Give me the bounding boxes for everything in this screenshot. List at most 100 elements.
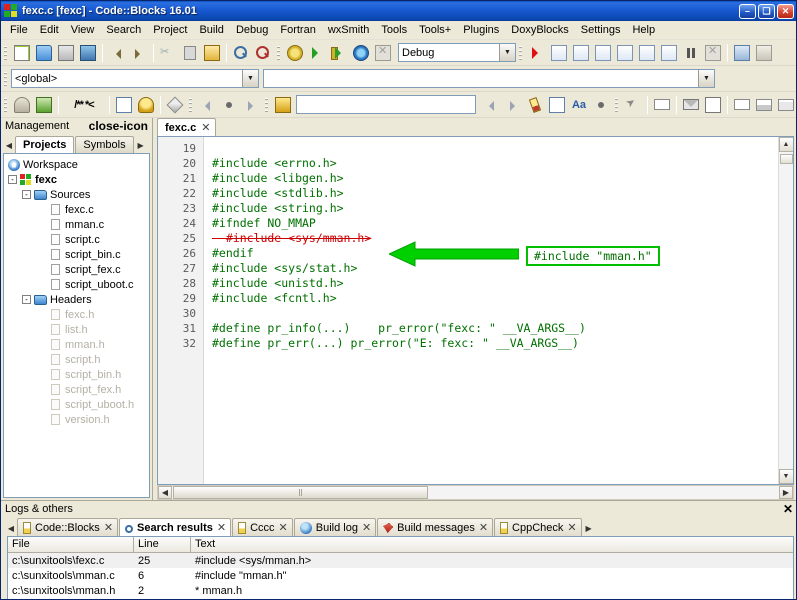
vscroll-thumb[interactable] <box>779 154 793 164</box>
tree-item-script-fex-c[interactable]: script_fex.c <box>6 262 149 277</box>
chevron-right-icon[interactable]: ▶ <box>779 486 793 499</box>
close-icon[interactable]: ✕ <box>217 521 226 534</box>
chevron-down-icon[interactable]: ▼ <box>778 469 793 484</box>
close-icon[interactable]: ✕ <box>201 121 210 134</box>
highlight-icon[interactable] <box>272 94 294 116</box>
panel-b-icon[interactable] <box>753 94 775 116</box>
build-icon[interactable] <box>284 42 306 64</box>
cut-icon[interactable]: ✂ <box>157 42 179 64</box>
tab-symbols[interactable]: Symbols <box>75 136 134 153</box>
log-tab-build-log[interactable]: Build log ✕ <box>293 518 377 536</box>
menu-file[interactable]: File <box>4 22 34 38</box>
tree-expander-icon[interactable]: - <box>22 295 31 304</box>
debugging-windows-icon[interactable] <box>731 42 753 64</box>
new-file-icon[interactable] <box>11 42 33 64</box>
tree-item-script-bin-c[interactable]: script_bin.c <box>6 247 149 262</box>
close-icon[interactable]: ✕ <box>362 521 371 534</box>
chevron-left-icon[interactable]: ◀ <box>5 520 17 536</box>
menu-search[interactable]: Search <box>100 22 147 38</box>
toggle-bookmark-icon[interactable] <box>218 94 240 116</box>
doxyblocks-help-icon[interactable] <box>135 94 157 116</box>
build-target-combo[interactable]: Debug ▼ <box>398 43 516 62</box>
column-header-line[interactable]: Line <box>134 537 191 552</box>
tree-item-headers[interactable]: - Headers <box>6 292 149 307</box>
rebuild-icon[interactable] <box>350 42 372 64</box>
undo-icon[interactable] <box>106 42 128 64</box>
pointer-icon[interactable] <box>622 94 644 116</box>
toolbar-gripper[interactable] <box>2 42 9 63</box>
use-regex-icon[interactable]: Aa <box>568 94 590 116</box>
tree-item-fexc[interactable]: - fexc <box>6 172 149 187</box>
find-previous-icon[interactable] <box>480 94 502 116</box>
log-tab-codeblocks[interactable]: Code::Blocks ✕ <box>17 518 119 536</box>
toolbar-gripper[interactable] <box>263 94 270 115</box>
chevron-up-icon[interactable]: ▲ <box>778 137 793 152</box>
code-line[interactable]: #define pr_info(...) pr_error("fexc: " _… <box>212 321 778 336</box>
find-icon[interactable] <box>230 42 252 64</box>
tree-item-fexc-h[interactable]: fexc.h <box>6 307 149 322</box>
tree-item-script-bin-h[interactable]: script_bin.h <box>6 367 149 382</box>
menu-tools-plus[interactable]: Tools+ <box>413 22 457 38</box>
code-line[interactable]: #include <fcntl.h> <box>212 291 778 306</box>
project-tree[interactable]: Workspace - fexc - Sources fexc.c mman.c script… <box>3 153 150 498</box>
menu-plugins[interactable]: Plugins <box>457 22 505 38</box>
debug-continue-icon[interactable] <box>526 42 548 64</box>
doxyblocks-preview-icon[interactable] <box>113 94 135 116</box>
code-line[interactable]: #include <sys/mman.h> <box>212 231 778 246</box>
debug-next-instruction-icon[interactable] <box>636 42 658 64</box>
menu-debug[interactable]: Debug <box>230 22 274 38</box>
close-icon[interactable]: ✕ <box>104 521 113 534</box>
tree-expander-icon[interactable]: - <box>22 190 31 199</box>
doxyblocks-config-icon[interactable] <box>164 94 186 116</box>
code-line[interactable]: #include <errno.h> <box>212 156 778 171</box>
chevron-left-icon[interactable]: ◀ <box>158 486 172 499</box>
various-info-icon[interactable] <box>753 42 775 64</box>
code-line[interactable]: #endif <box>212 246 778 261</box>
log-tab-build-messages[interactable]: Build messages ✕ <box>377 518 494 536</box>
toolbar-gripper[interactable] <box>2 94 9 115</box>
chevron-down-icon[interactable]: ▼ <box>499 44 515 61</box>
jump-forward-icon[interactable] <box>240 94 262 116</box>
chevron-right-icon[interactable]: ▶ <box>583 520 595 536</box>
menu-project[interactable]: Project <box>147 22 193 38</box>
symbol-combo[interactable]: ▼ <box>263 69 715 88</box>
close-icon[interactable]: ✕ <box>479 521 488 534</box>
doxyblocks-extract-icon[interactable] <box>11 94 33 116</box>
editor-horizontal-scrollbar[interactable]: ◀ ▶ <box>157 485 794 500</box>
redo-icon[interactable] <box>128 42 150 64</box>
maximize-button[interactable]: ❑ <box>758 3 775 19</box>
tree-expander-icon[interactable]: - <box>8 175 17 184</box>
code-line[interactable] <box>212 141 778 156</box>
search-result-row[interactable]: c:\sunxitools\mman.c 6 #include "mman.h" <box>8 568 793 583</box>
close-icon[interactable]: close-icon <box>89 119 150 133</box>
menu-build[interactable]: Build <box>193 22 229 38</box>
chevron-down-icon[interactable]: ▼ <box>242 70 258 87</box>
open-file-icon[interactable] <box>33 42 55 64</box>
toolbar-gripper[interactable] <box>517 42 524 63</box>
replace-icon[interactable] <box>252 42 274 64</box>
close-icon[interactable]: ✕ <box>783 502 793 516</box>
copy-icon[interactable] <box>179 42 201 64</box>
code-line[interactable]: #include <unistd.h> <box>212 276 778 291</box>
close-button[interactable]: ✕ <box>777 3 794 19</box>
toolbar-gripper[interactable] <box>2 68 9 89</box>
toolbar-gripper[interactable] <box>613 94 620 115</box>
tree-item-script-uboot-c[interactable]: script_uboot.c <box>6 277 149 292</box>
tree-item-script-fex-h[interactable]: script_fex.h <box>6 382 149 397</box>
hscroll-thumb[interactable] <box>173 486 428 499</box>
debug-next-line-icon[interactable] <box>570 42 592 64</box>
code-line[interactable]: #include <libgen.h> <box>212 171 778 186</box>
panel-c-icon[interactable] <box>775 94 796 116</box>
highlight-all-icon[interactable] <box>524 94 546 116</box>
menu-settings[interactable]: Settings <box>575 22 627 38</box>
menu-help[interactable]: Help <box>626 22 661 38</box>
search-result-row[interactable]: c:\sunxitools\fexc.c 25 #include <sys/mman… <box>8 553 793 568</box>
find-next-icon[interactable] <box>502 94 524 116</box>
tree-item-mman-h[interactable]: mman.h <box>6 337 149 352</box>
search-result-row[interactable]: c:\sunxitools\mman.h 2 * mman.h <box>8 583 793 598</box>
tree-item-workspace[interactable]: Workspace <box>6 157 149 172</box>
tree-item-script-c[interactable]: script.c <box>6 232 149 247</box>
build-and-run-icon[interactable] <box>328 42 350 64</box>
close-icon[interactable]: ✕ <box>567 521 576 534</box>
editor-tab-fexc-c[interactable]: fexc.c ✕ <box>157 118 217 136</box>
